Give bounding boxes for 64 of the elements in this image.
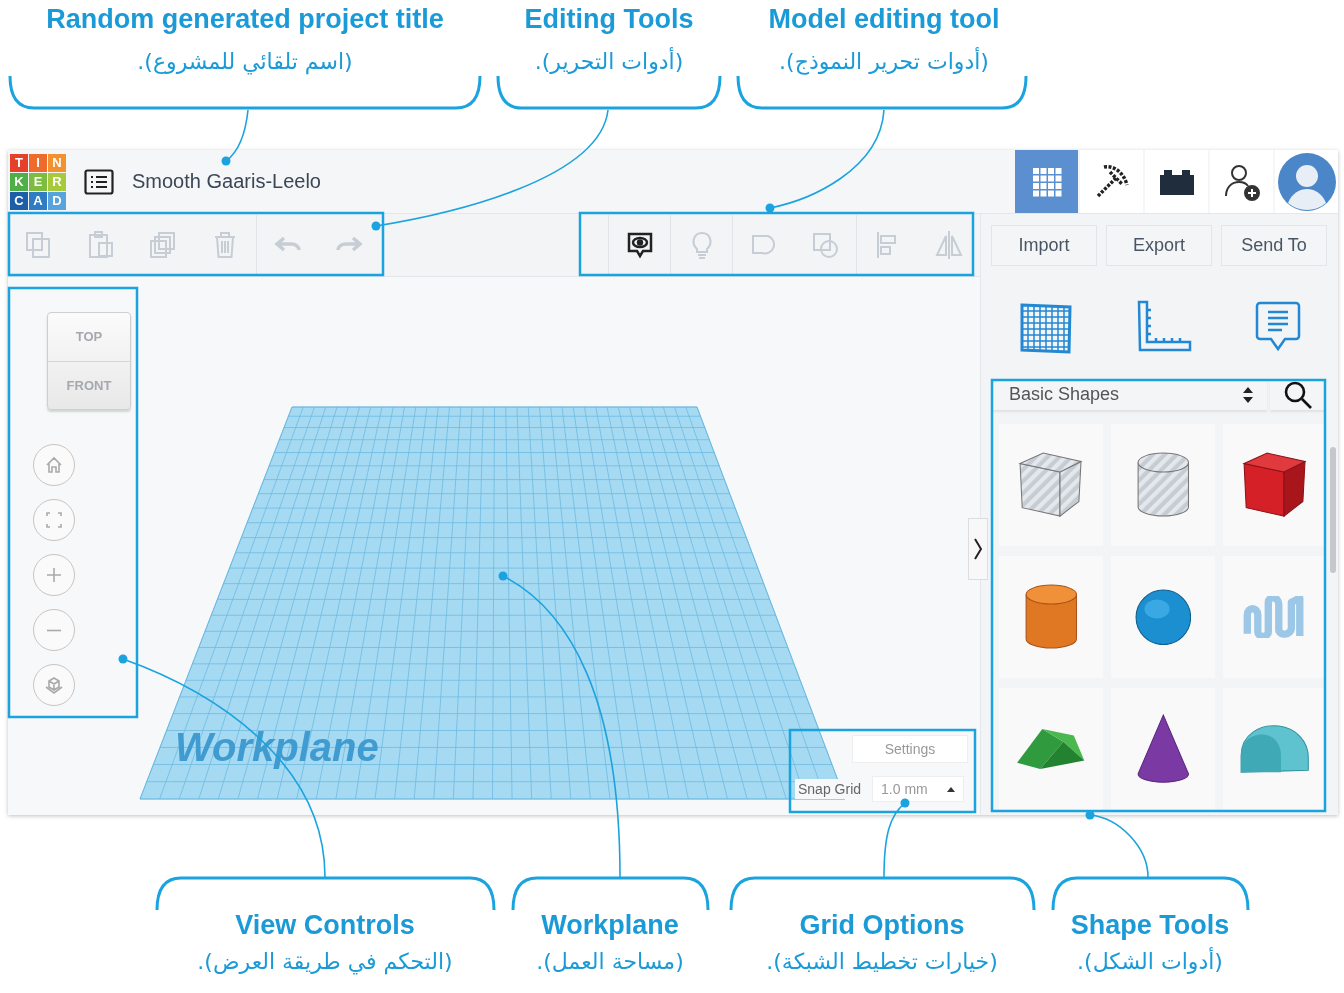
nav-button[interactable] <box>1080 150 1143 213</box>
callout-title: View Controls <box>235 910 415 941</box>
shape-tile[interactable] <box>999 556 1103 678</box>
shape-tile[interactable] <box>999 688 1103 810</box>
cylinder-drawing <box>1023 583 1079 651</box>
list-icon[interactable] <box>84 168 114 195</box>
scrollbar[interactable] <box>1330 447 1336 573</box>
cube-icon <box>45 676 63 694</box>
shape-tile[interactable] <box>1223 424 1326 546</box>
chevron-right-icon <box>974 538 982 560</box>
half-cylinder-drawing <box>1239 723 1311 775</box>
zoom-out-icon <box>46 628 62 632</box>
shape-tile[interactable] <box>1111 688 1215 810</box>
callout-subtitle: (أدوات التحرير). <box>534 49 684 74</box>
home-icon <box>45 456 63 474</box>
callout-title: Grid Options <box>799 910 965 941</box>
search-icon <box>1283 379 1313 410</box>
leader-line <box>221 109 249 166</box>
callout-subtitle: (خيارات تخطيط الشبكة). <box>766 949 998 974</box>
callout-title: Model editing tool <box>768 4 1000 35</box>
view-control-button[interactable] <box>33 664 75 706</box>
callout-title: Editing Tools <box>524 4 694 35</box>
shape-tile[interactable] <box>1223 688 1326 810</box>
cone-drawing <box>1135 713 1191 785</box>
collapse-tab[interactable] <box>968 518 988 580</box>
callout-subtitle: (أدوات تحرير النموذج). <box>779 49 989 74</box>
sphere-drawing <box>1134 588 1192 646</box>
callout-subtitle: (مساحة العمل). <box>536 949 684 974</box>
nav-button[interactable] <box>1210 150 1273 213</box>
zoom-in-icon <box>45 566 63 584</box>
view-control-button[interactable] <box>33 554 75 596</box>
leader-line <box>1085 810 1149 878</box>
shape-tile[interactable] <box>1223 556 1326 678</box>
shape-tile[interactable] <box>999 424 1103 546</box>
grid-icon <box>1030 165 1063 198</box>
shape-tile[interactable] <box>1111 424 1215 546</box>
panel-button[interactable]: Import <box>991 224 1097 266</box>
grid-icon <box>1018 300 1073 355</box>
callout-subtitle: (التحكم في طريقة العرض). <box>197 949 453 974</box>
shape-tile[interactable] <box>1111 556 1215 678</box>
fit-icon <box>45 511 63 529</box>
striped-cube-drawing <box>1018 451 1084 519</box>
nav-button[interactable] <box>1145 150 1208 213</box>
callout-title: Random generated project title <box>46 4 444 35</box>
mirror-icon <box>933 229 965 261</box>
panel-tool-button[interactable] <box>1018 300 1073 355</box>
search-button[interactable] <box>1270 379 1326 410</box>
view-control-button[interactable] <box>33 444 75 486</box>
wedge-drawing <box>1015 726 1087 772</box>
panel-button[interactable]: Export <box>1106 224 1212 266</box>
caret-icon <box>947 786 956 792</box>
callout-title: Workplane <box>541 910 679 941</box>
callout-subtitle: (اسم تلقائي للمشروع). <box>137 49 353 74</box>
project-title[interactable]: Smooth Gaaris-Leelo <box>132 170 321 193</box>
panel-button[interactable]: Send To <box>1221 224 1327 266</box>
logo: T I N K E R C A D <box>10 153 66 210</box>
striped-cylinder-drawing <box>1135 451 1191 519</box>
callout-title: Shape Tools <box>1070 910 1230 941</box>
callout-subtitle: (أدوات الشكل). <box>1077 949 1223 974</box>
cube-drawing <box>1242 451 1308 519</box>
avatar-icon <box>1276 151 1337 212</box>
view-control-button[interactable] <box>33 499 75 541</box>
category-dropdown[interactable]: Basic Shapes <box>993 379 1267 410</box>
view-control-button[interactable] <box>33 609 75 651</box>
